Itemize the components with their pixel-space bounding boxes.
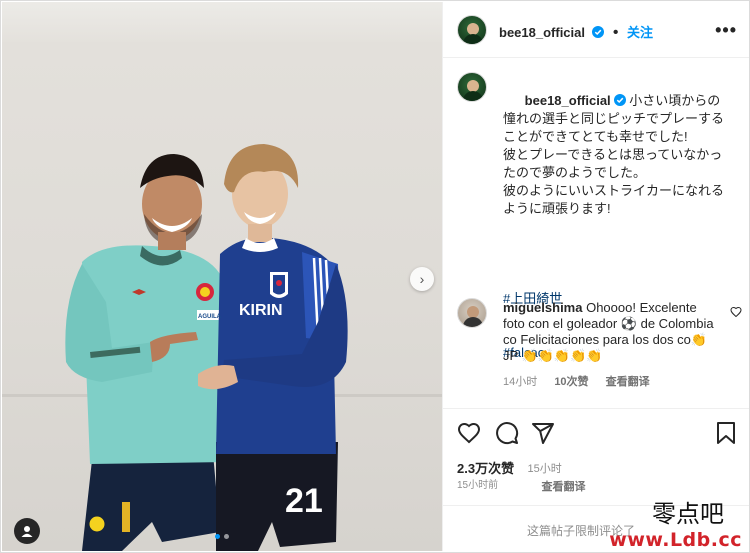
caption-text: 小さい頃からの憧れの選手と同じピッチでプレーすることができてとても幸せでした! … xyxy=(503,93,725,216)
heart-icon[interactable] xyxy=(730,306,742,318)
player-right xyxy=(198,144,348,551)
share-icon[interactable] xyxy=(531,421,555,445)
likes-count[interactable]: 2.3万次赞 xyxy=(457,458,514,477)
watermark-url: www.Ldb.cc xyxy=(609,529,742,551)
separator-dot: • xyxy=(612,24,619,41)
more-icon[interactable]: ••• xyxy=(715,20,737,41)
post-sidebar: bee18_official • 关注 ••• bee18_official 小… xyxy=(442,2,749,551)
watermark-cn: 零点吧 xyxy=(652,500,724,528)
verified-badge-icon xyxy=(592,26,605,38)
jersey-sponsor: KIRIN xyxy=(239,302,283,319)
jersey-badge: AGUILA xyxy=(198,314,222,320)
author-username[interactable]: bee18_official xyxy=(499,25,585,40)
post-header: bee18_official • 关注 ••• xyxy=(443,2,749,58)
carousel-dot xyxy=(224,534,229,539)
comment-username[interactable]: miguelshima xyxy=(503,300,582,315)
comment-likes-link[interactable]: 10次赞 xyxy=(554,376,588,388)
next-photo-button[interactable]: › xyxy=(410,267,434,291)
caption-time: 15小时 xyxy=(527,463,562,475)
author-line: bee18_official • 关注 xyxy=(499,22,653,42)
verified-badge-icon xyxy=(613,94,626,106)
follow-button[interactable]: 关注 xyxy=(627,25,653,40)
author-avatar[interactable] xyxy=(457,15,487,45)
comment-meta: 14小时 10次赞 查看翻译 xyxy=(503,374,718,390)
player-left xyxy=(65,154,228,551)
comment-body: miguelshima Ohoooo! Excelente foto con e… xyxy=(503,300,718,390)
tag-person-icon xyxy=(21,526,33,537)
comment-icon[interactable] xyxy=(495,421,519,445)
tagged-people-button[interactable] xyxy=(14,518,40,544)
carousel-dots xyxy=(215,534,229,539)
comment-time: 14小时 xyxy=(503,376,538,388)
posted-time: 15小时前 xyxy=(457,480,499,491)
jersey-number: 21 xyxy=(285,482,323,520)
action-bar xyxy=(443,408,749,458)
chevron-right-icon: › xyxy=(419,271,425,287)
caption-avatar[interactable] xyxy=(457,72,487,102)
comment-avatar[interactable] xyxy=(457,298,487,328)
caption-username[interactable]: bee18_official xyxy=(525,93,611,108)
caption-translate-link[interactable]: 查看翻译 xyxy=(541,481,585,493)
comment-translate-link[interactable]: 查看翻译 xyxy=(606,376,650,388)
bookmark-icon[interactable] xyxy=(715,421,737,445)
post-photo[interactable]: KIRIN 21 AGUILA › xyxy=(2,2,442,551)
carousel-dot-active xyxy=(215,534,220,539)
like-heart-icon[interactable] xyxy=(457,421,481,445)
players-illustration: KIRIN 21 AGUILA xyxy=(65,144,348,551)
